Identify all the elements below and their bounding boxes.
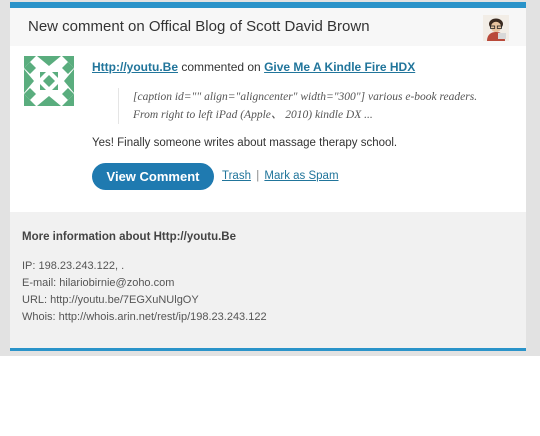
comment-quote: [caption id="" align="aligncenter" width… <box>118 88 533 124</box>
view-comment-button[interactable]: View Comment <box>92 163 214 190</box>
comment-panel: Http://youtu.Be commented on Give Me A K… <box>10 46 526 212</box>
quote-line: [caption id="" align="aligncenter" width… <box>133 91 478 103</box>
identicon-icon <box>24 56 74 106</box>
comment-meta: Http://youtu.Be commented on Give Me A K… <box>92 60 415 74</box>
quote-line: From right to left iPad (Apple、 2010) ki… <box>133 109 373 121</box>
bottom-accent-bar <box>10 348 526 351</box>
info-email: E-mail: hilariobirnie@zoho.com <box>22 277 175 289</box>
mark-as-spam-link[interactable]: Mark as Spam <box>264 170 338 182</box>
info-heading: More information about Http://youtu.Be <box>22 231 237 243</box>
info-url: URL: http://youtu.be/7EGXuNUlgOY <box>22 294 199 306</box>
commented-on-text: commented on <box>181 60 261 74</box>
info-whois: Whois: http://whois.arin.net/rest/ip/198… <box>22 311 267 323</box>
comment-text: Yes! Finally someone writes about massag… <box>92 137 398 149</box>
notification-title: New comment on Offical Blog of Scott Dav… <box>28 18 370 35</box>
email-notification: New comment on Offical Blog of Scott Dav… <box>0 0 540 356</box>
post-title-link[interactable]: Give Me A Kindle Fire HDX <box>264 60 415 74</box>
user-avatar-icon <box>483 15 509 41</box>
author-info-section: More information about Http://youtu.Be I… <box>10 212 526 348</box>
comment-actions: Trash | Mark as Spam <box>222 170 339 182</box>
trash-link[interactable]: Trash <box>222 170 251 182</box>
author-link[interactable]: Http://youtu.Be <box>92 60 178 74</box>
action-separator: | <box>256 170 260 182</box>
info-list: IP: 198.23.243.122, . E-mail: hilariobir… <box>22 258 267 326</box>
info-ip: IP: 198.23.243.122, . <box>22 260 125 272</box>
header: New comment on Offical Blog of Scott Dav… <box>10 8 526 47</box>
